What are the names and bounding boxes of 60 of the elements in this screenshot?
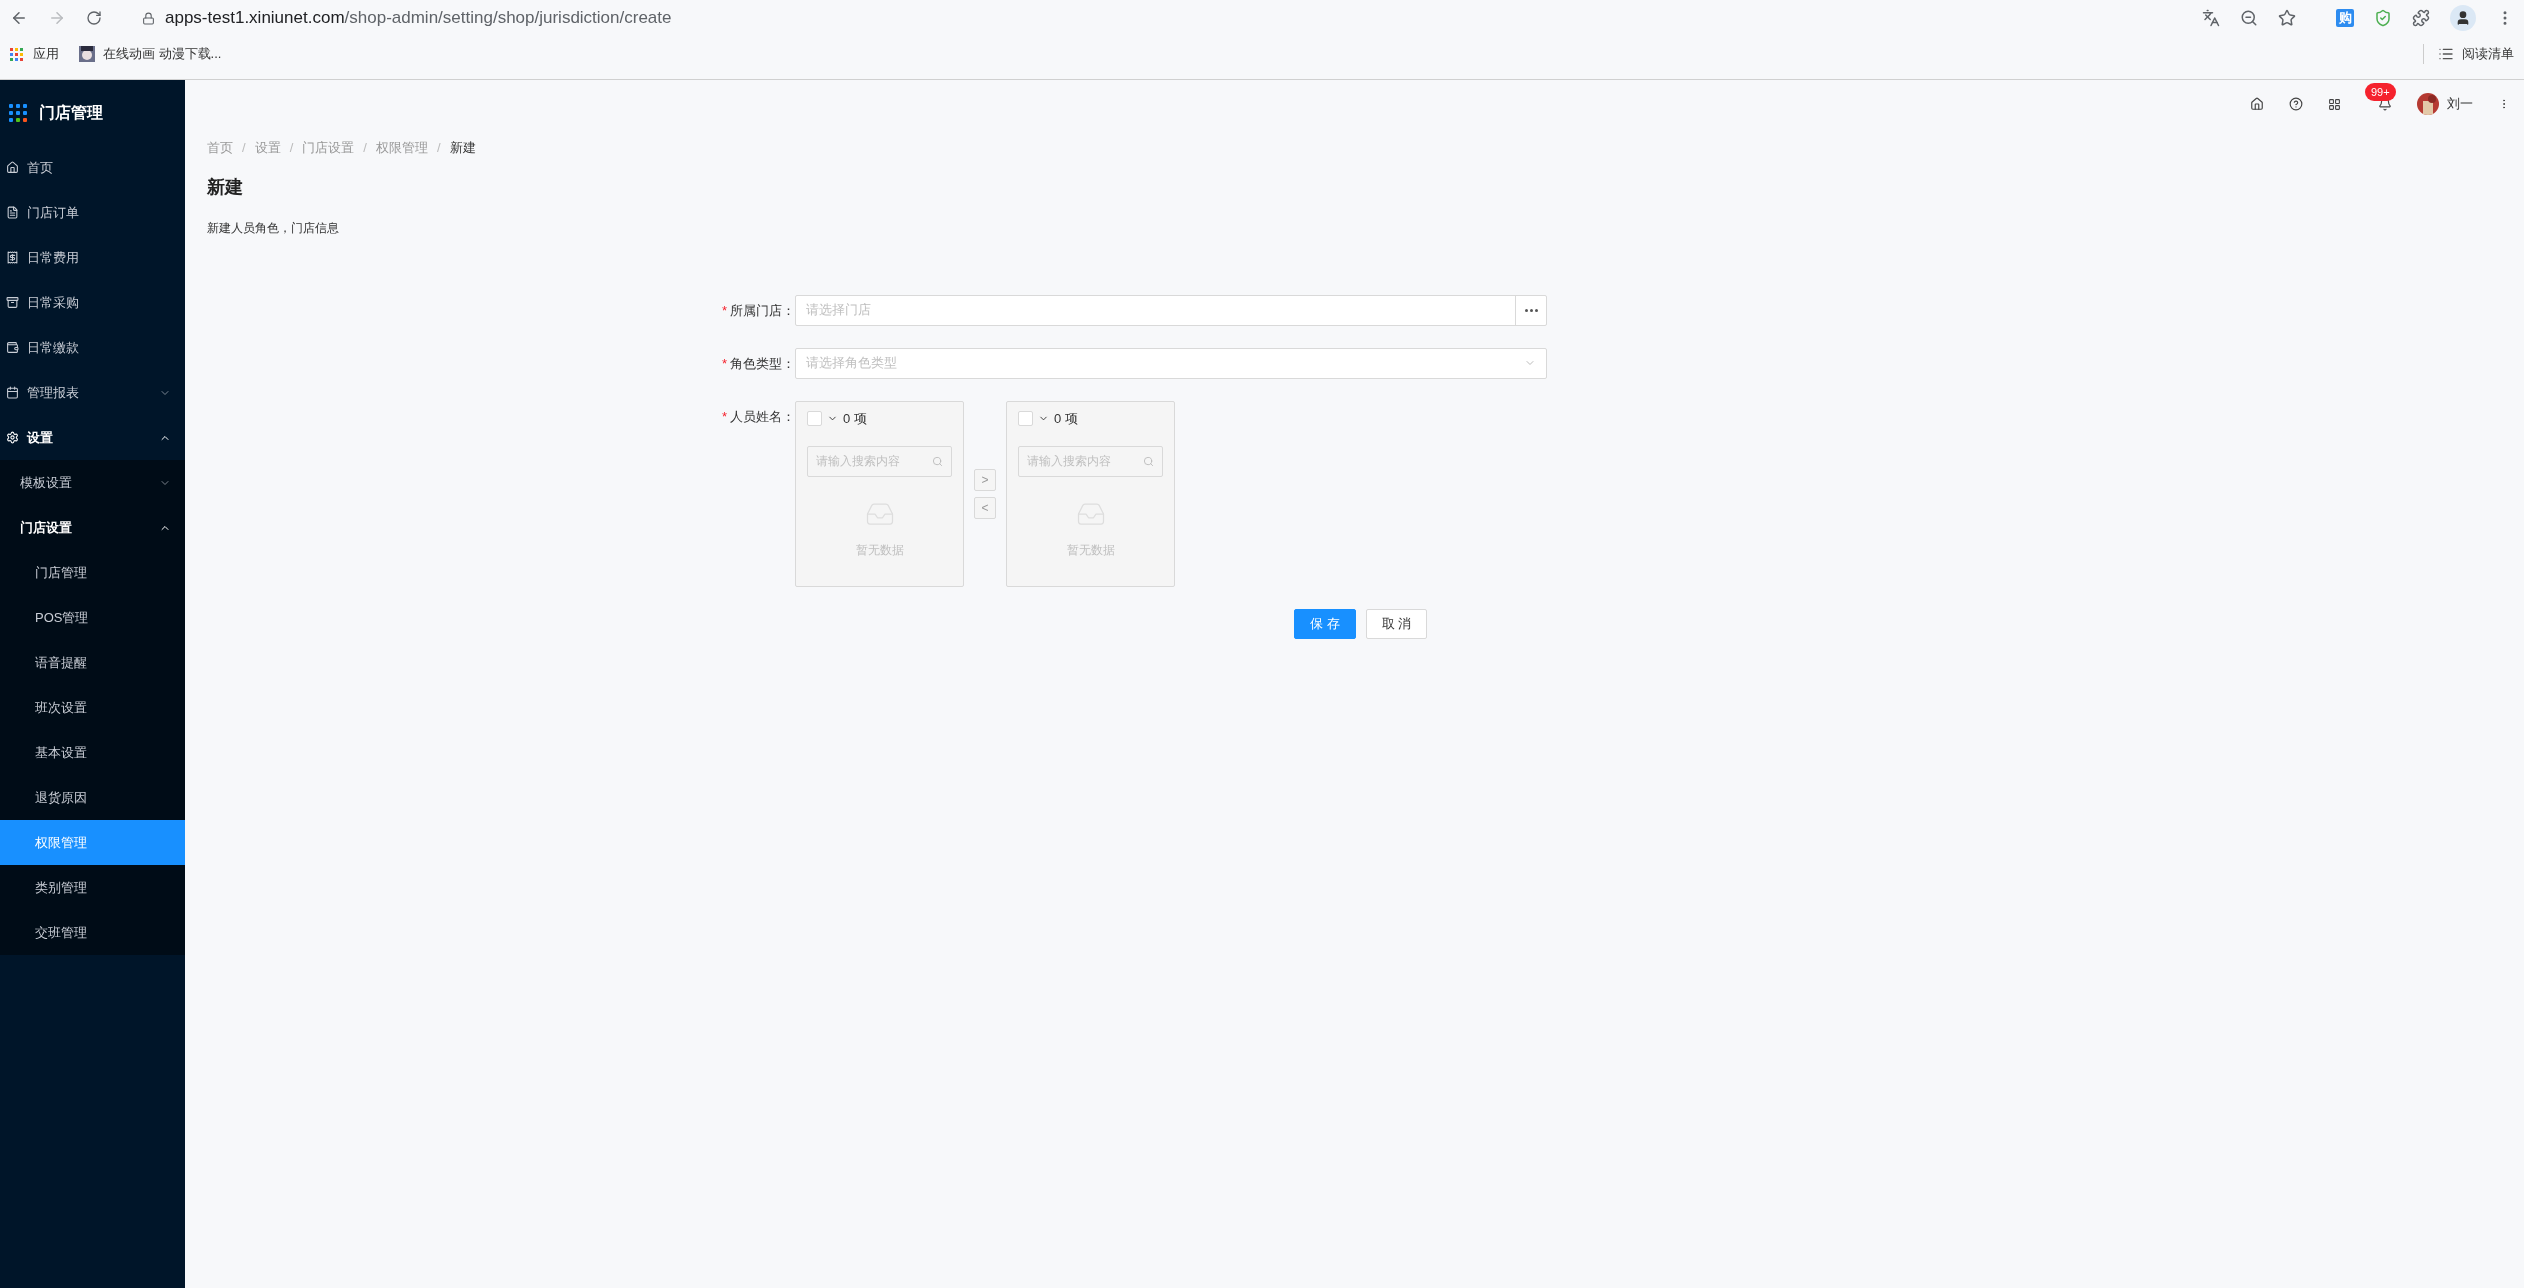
zoom-out-icon[interactable] bbox=[2240, 9, 2258, 27]
menu-item[interactable]: 语音提醒 bbox=[0, 640, 185, 685]
more-icon bbox=[1524, 308, 1538, 312]
menu-item[interactable]: 门店管理 bbox=[0, 550, 185, 595]
menu-item[interactable]: 首页 bbox=[0, 145, 185, 190]
checkbox[interactable] bbox=[1018, 411, 1033, 426]
menu-item[interactable]: 交班管理 bbox=[0, 910, 185, 955]
search-icon bbox=[932, 455, 943, 467]
home-icon[interactable] bbox=[2250, 97, 2264, 111]
app-title: 门店管理 bbox=[39, 102, 103, 123]
shield-icon[interactable] bbox=[2374, 9, 2392, 27]
bookmark[interactable]: 在线动画 动漫下载... bbox=[79, 44, 222, 64]
bookmark[interactable]: 应用 bbox=[10, 44, 59, 64]
field-label: 角色类型： bbox=[730, 354, 795, 373]
menu-item[interactable]: 模板设置 bbox=[0, 460, 185, 505]
apps-icon bbox=[10, 47, 23, 61]
profile-icon[interactable] bbox=[2450, 5, 2476, 31]
menu-item[interactable]: 设置 bbox=[0, 415, 185, 460]
menu-item[interactable]: POS管理 bbox=[0, 595, 185, 640]
address-bar[interactable]: apps-test1.xiniunet.com/shop-admin/setting/shop/jurisdiction/create bbox=[165, 5, 672, 31]
breadcrumb-separator: / bbox=[289, 139, 294, 157]
user-name[interactable]: 刘一 bbox=[2447, 94, 2473, 114]
required-mark: * bbox=[721, 407, 727, 426]
menu-item[interactable]: 管理报表 bbox=[0, 370, 185, 415]
reading-list[interactable]: 阅读清单 bbox=[2438, 44, 2514, 64]
star-icon[interactable] bbox=[2278, 9, 2296, 27]
page-description: 新建人员角色，门店信息 bbox=[206, 219, 340, 237]
notification-badge: 99+ bbox=[2365, 83, 2396, 101]
help-icon[interactable] bbox=[2289, 97, 2303, 111]
reload-icon[interactable] bbox=[86, 10, 102, 26]
menu-item[interactable]: 门店订单 bbox=[0, 190, 185, 235]
breadcrumb-separator: / bbox=[242, 139, 246, 157]
checkbox[interactable] bbox=[807, 411, 822, 426]
breadcrumb-separator: / bbox=[363, 139, 367, 157]
menu-item[interactable]: 日常缴款 bbox=[0, 325, 185, 370]
lock-icon bbox=[142, 11, 155, 25]
apps-icon[interactable] bbox=[2328, 97, 2341, 111]
menu-item[interactable]: 班次设置 bbox=[0, 685, 185, 730]
field-label: 人员姓名： bbox=[730, 407, 795, 426]
translate-icon[interactable] bbox=[2202, 9, 2220, 27]
menu-item[interactable]: 退货原因 bbox=[0, 775, 185, 820]
menu-item[interactable]: 类别管理 bbox=[0, 865, 185, 910]
cancel-button[interactable]: 取 消 bbox=[1365, 608, 1428, 639]
menu-item[interactable]: 门店设置 bbox=[0, 505, 185, 550]
field-label: 所属门店： bbox=[730, 301, 795, 320]
list-icon bbox=[2438, 46, 2454, 62]
menu-item[interactable]: 日常费用 bbox=[0, 235, 185, 280]
grid-logo-icon bbox=[9, 103, 27, 122]
menu-item[interactable]: 基本设置 bbox=[0, 730, 185, 775]
item-count: 0 项 bbox=[843, 409, 867, 428]
item-count: 0 项 bbox=[1054, 409, 1078, 428]
page-title: 新建 bbox=[206, 175, 244, 199]
breadcrumb-separator: / bbox=[436, 139, 441, 157]
required-mark: * bbox=[721, 354, 727, 373]
extensions-icon[interactable] bbox=[2412, 9, 2430, 27]
menu-item[interactable]: 日常采购 bbox=[0, 280, 185, 325]
required-mark: * bbox=[721, 301, 727, 320]
back-icon[interactable] bbox=[10, 9, 28, 27]
breadcrumb-item: 新建 bbox=[449, 139, 476, 157]
search-icon bbox=[1143, 455, 1154, 467]
